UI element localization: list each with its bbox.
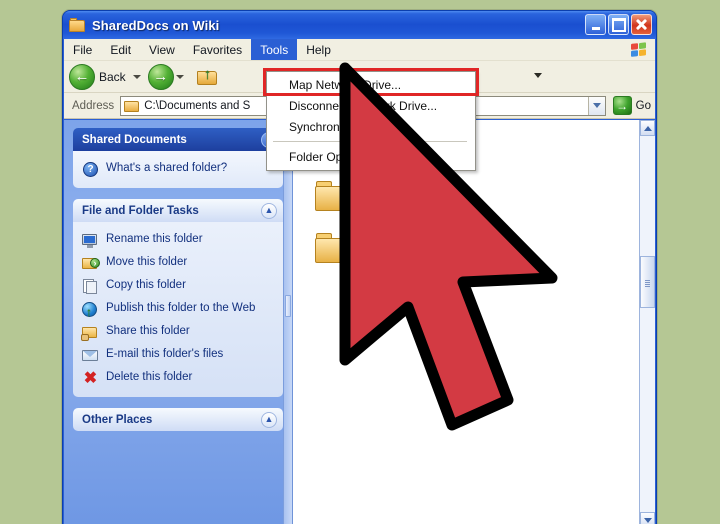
panel-file-and-folder-tasks: File and Folder Tasks ▲ Rename this fold…	[73, 199, 283, 397]
window-controls	[585, 14, 652, 35]
back-dropdown-icon[interactable]	[132, 74, 141, 79]
go-label: Go	[635, 99, 651, 112]
email-icon	[82, 347, 99, 364]
list-item[interactable]	[299, 178, 369, 212]
task-pane: Shared Documents ▲ ? What's a shared fol…	[64, 120, 292, 524]
back-button[interactable]: ← Back	[69, 63, 148, 90]
menu-separator	[273, 141, 467, 142]
folder-icon	[313, 178, 355, 212]
tools-dropdown-menu: Map Network Drive... Disconnect Network …	[266, 71, 476, 171]
scroll-up-icon[interactable]	[640, 120, 655, 136]
list-item[interactable]: Rename this folder	[81, 229, 275, 252]
content-scrollbar[interactable]	[639, 120, 655, 524]
list-item-label: Publish this folder to the Web	[106, 302, 256, 314]
file-list-area	[292, 120, 655, 524]
folder-icon	[124, 100, 140, 112]
list-item-label: Rename this folder	[106, 233, 203, 245]
menu-item-disconnect-network-drive[interactable]: Disconnect Network Drive...	[267, 95, 475, 116]
folder-icon	[69, 18, 86, 32]
list-item-label: Share this folder	[106, 325, 190, 337]
forward-dropdown-icon[interactable]	[175, 74, 184, 79]
minimize-button[interactable]	[585, 14, 606, 35]
menu-edit[interactable]: Edit	[101, 39, 140, 60]
back-arrow-icon: ←	[69, 63, 95, 90]
back-label: Back	[99, 69, 126, 84]
panel-other-places: Other Places ▲	[73, 408, 283, 431]
windows-flag-icon	[626, 40, 652, 60]
maximize-button[interactable]	[608, 14, 629, 35]
menu-item-synchronize[interactable]: Synchronize	[267, 116, 475, 137]
address-value: C:\Documents and S	[144, 99, 251, 112]
folder-icon	[313, 230, 355, 264]
delete-icon: ✖	[83, 370, 98, 387]
panel-header[interactable]: Other Places ▲	[73, 408, 283, 431]
forward-arrow-icon: →	[147, 63, 174, 90]
list-item-label: E-mail this folder's files	[106, 348, 224, 360]
scroll-track[interactable]	[640, 136, 655, 512]
panel-header[interactable]: Shared Documents ▲	[73, 128, 283, 151]
chevron-down-icon	[592, 103, 601, 108]
help-icon: ?	[82, 161, 99, 178]
go-button[interactable]: → Go	[612, 96, 651, 115]
window-title: SharedDocs on Wiki	[92, 17, 220, 33]
list-item-label: Move this folder	[106, 256, 188, 268]
up-folder-icon[interactable]: ↑	[195, 64, 221, 90]
chevron-up-icon[interactable]: ▲	[261, 202, 277, 219]
panel-header[interactable]: File and Folder Tasks ▲	[73, 199, 283, 222]
address-label: Address	[72, 99, 115, 112]
list-item[interactable]: ✖ Delete this folder	[81, 367, 275, 390]
screenshot-root: SharedDocs on Wiki File Edit View Favori…	[0, 0, 720, 524]
scroll-down-icon[interactable]	[640, 512, 655, 524]
menu-item-folder-options[interactable]: Folder Options...	[267, 146, 475, 167]
panel-body: Rename this folder Move this folder	[73, 222, 283, 397]
sidebar-scrollbar[interactable]	[283, 120, 292, 524]
panel-title: Shared Documents	[82, 133, 187, 146]
list-item[interactable]	[299, 230, 369, 264]
go-arrow-icon: →	[612, 96, 632, 115]
panel-body: ? What's a shared folder?	[73, 151, 283, 188]
list-item[interactable]: ↑ Publish this folder to the Web	[81, 298, 275, 321]
list-item[interactable]: Move this folder	[81, 252, 275, 275]
list-item-label: What's a shared folder?	[106, 162, 228, 174]
rename-icon	[82, 232, 99, 249]
panel-title: Other Places	[82, 413, 153, 426]
title-bar: SharedDocs on Wiki	[63, 11, 656, 39]
copy-icon	[82, 278, 99, 295]
menu-tools[interactable]: Tools	[251, 39, 298, 60]
address-dropdown-button[interactable]	[587, 96, 605, 115]
forward-button[interactable]: →	[147, 63, 191, 90]
panel-title: File and Folder Tasks	[82, 204, 199, 217]
window-body: Shared Documents ▲ ? What's a shared fol…	[64, 120, 655, 524]
list-item[interactable]: E-mail this folder's files	[81, 344, 275, 367]
menu-file[interactable]: File	[64, 39, 101, 60]
panel-shared-documents: Shared Documents ▲ ? What's a shared fol…	[73, 128, 283, 188]
scroll-thumb[interactable]	[640, 256, 655, 308]
menu-item-map-network-drive[interactable]: Map Network Drive...	[267, 74, 475, 95]
toolbar-overflow-icon[interactable]	[534, 73, 542, 78]
close-button[interactable]	[631, 14, 652, 35]
publish-web-icon: ↑	[82, 301, 99, 319]
list-item[interactable]: ? What's a shared folder?	[81, 158, 275, 181]
list-item[interactable]: Share this folder	[81, 321, 275, 344]
menu-favorites[interactable]: Favorites	[184, 39, 251, 60]
list-item[interactable]: Copy this folder	[81, 275, 275, 298]
list-item-label: Delete this folder	[106, 371, 193, 383]
share-folder-icon	[81, 324, 99, 341]
menu-bar: File Edit View Favorites Tools Help	[64, 39, 655, 61]
move-folder-icon	[82, 255, 100, 272]
chevron-up-icon[interactable]: ▲	[261, 411, 277, 428]
menu-help[interactable]: Help	[297, 39, 340, 60]
list-item-label: Copy this folder	[106, 279, 186, 291]
sidebar-scroll-thumb[interactable]	[285, 295, 291, 317]
menu-view[interactable]: View	[140, 39, 184, 60]
